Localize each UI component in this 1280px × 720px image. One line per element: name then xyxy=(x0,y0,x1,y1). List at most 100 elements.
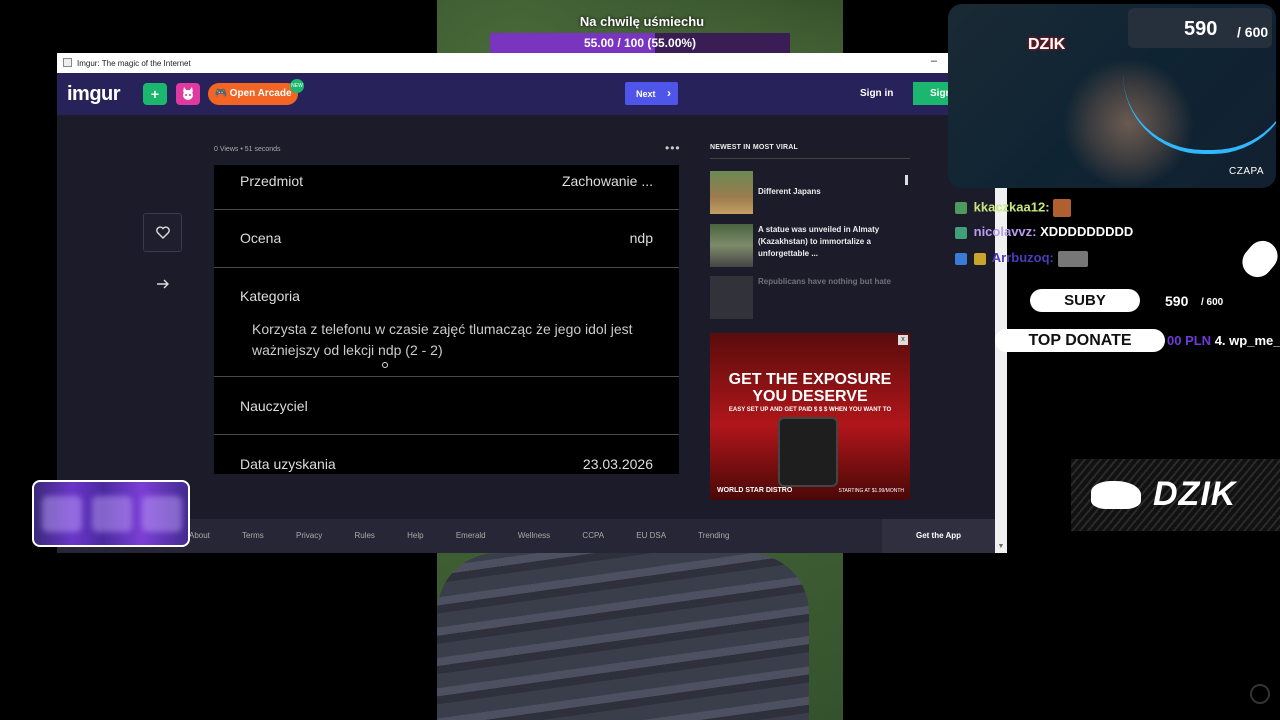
row-key: Przedmiot xyxy=(240,173,304,189)
ad-headline: GET THE EXPOSURE YOU DESERVE xyxy=(710,371,910,405)
like-button[interactable] xyxy=(143,213,182,252)
post-image[interactable]: Przedmiot Zachowanie ... Ocena ndp Kateg… xyxy=(214,165,679,474)
window-app-icon xyxy=(63,58,72,67)
row-value: 23.03.2026 xyxy=(582,456,653,472)
chat-badge-icon xyxy=(955,202,967,214)
chat-badge-icon xyxy=(955,226,967,239)
viral-title: Republicans have nothing but hate xyxy=(758,277,891,286)
sign-in-link[interactable]: Sign in xyxy=(860,88,893,99)
ad-price: STARTING AT $1.99/MONTH xyxy=(838,488,904,494)
post-meta: 0 Views • 51 seconds xyxy=(214,146,281,153)
chat-user: nicolavvz: xyxy=(973,224,1037,239)
chat-message: nicolavvz: XDDDDDDDDD xyxy=(955,224,1133,239)
chat-user: kkaczkaa12: xyxy=(973,199,1050,215)
footer-link-emerald[interactable]: Emerald xyxy=(456,531,486,540)
heart-icon xyxy=(155,226,170,239)
footer-link-eu-dsa[interactable]: EU DSA xyxy=(636,531,666,540)
progress-text: 55.00 / 100 (55.00%) xyxy=(583,36,697,50)
stream-chat: kkaczkaa12: nicolavvz: XDDDDDDDDD Arrbuz… xyxy=(955,193,1275,273)
chevron-right-icon: › xyxy=(667,86,672,100)
advertisement[interactable]: x GET THE EXPOSURE YOU DESERVE EASY SET … xyxy=(710,333,910,500)
grade-row-grade: Ocena ndp xyxy=(214,210,679,268)
open-arcade-button[interactable]: 🎮 Open Arcade xyxy=(208,83,298,105)
share-arrow-icon xyxy=(156,279,169,289)
share-button[interactable] xyxy=(143,265,182,304)
meta-separator: • xyxy=(240,146,243,153)
chat-badge-icon xyxy=(955,252,967,265)
progress-bar: 55.00 / 100 (55.00%) xyxy=(490,33,790,53)
grade-row-date: Data uzyskania 23.03.2026 xyxy=(214,435,679,474)
boar-logo-icon xyxy=(1091,481,1141,509)
widget-tile xyxy=(142,496,182,532)
footer-link-ccpa[interactable]: CCPA xyxy=(582,531,604,540)
ad-headline-line-2: YOU DESERVE xyxy=(752,388,868,405)
post-views: 0 Views xyxy=(214,146,239,153)
upload-button[interactable]: + xyxy=(143,83,167,105)
neon-light xyxy=(1123,74,1276,154)
row-value: ndp xyxy=(629,230,653,246)
post-age: 51 seconds xyxy=(244,146,281,153)
ad-phone-image xyxy=(778,417,838,487)
donate-amount: 00 PLN xyxy=(1167,333,1212,348)
alert-widget xyxy=(32,480,190,547)
row-key: Data uzyskania xyxy=(240,456,336,472)
grade-row-teacher: Nauczyciel xyxy=(214,377,679,435)
footer-link-trending[interactable]: Trending xyxy=(698,531,729,540)
viral-thumbnail xyxy=(710,171,753,214)
ad-brand: WORLD STAR DISTRO xyxy=(717,487,793,494)
imgur-logo[interactable]: imgur xyxy=(67,83,121,106)
footer-link-about[interactable]: About xyxy=(189,531,210,540)
next-post-button[interactable]: Next › xyxy=(625,82,678,105)
viral-item-menu-icon[interactable] xyxy=(905,175,908,185)
cat-face-icon xyxy=(183,87,193,100)
footer-links: About Terms Privacy Rules Help Emerald W… xyxy=(189,531,759,540)
window-titlebar: Imgur: The magic of the Internet – xyxy=(57,53,1007,73)
row-key: Nauczyciel xyxy=(240,398,308,414)
next-label: Next xyxy=(636,89,656,99)
viral-title: Different Japans xyxy=(758,187,821,196)
footer-link-help[interactable]: Help xyxy=(407,531,423,540)
emote-icon xyxy=(1057,250,1088,267)
subs-goal: / 600 xyxy=(1201,297,1224,308)
footer-link-privacy[interactable]: Privacy xyxy=(296,531,322,540)
footer-link-wellness[interactable]: Wellness xyxy=(518,531,550,540)
meme-generator-button[interactable] xyxy=(176,83,200,105)
cam-logo: DZIK xyxy=(1028,36,1066,53)
donate-user: 4. wp_me_ xyxy=(1214,333,1280,348)
chat-message: kkaczkaa12: xyxy=(955,199,1074,217)
viral-title: A statue was unveiled in Almaty (Kazakhs… xyxy=(758,225,880,258)
widget-tile xyxy=(42,496,82,532)
mouse-cursor-icon xyxy=(382,362,388,368)
webcam-overlay: DZIK 590 / 600 CZAPA xyxy=(948,4,1276,188)
window-title: Imgur: The magic of the Internet xyxy=(77,59,191,68)
imgur-navbar: imgur + 🎮 Open Arcade NEW Next › Sign in… xyxy=(57,73,1007,115)
cam-nameplate: CZAPA xyxy=(1229,166,1265,177)
window-minimize-button[interactable]: – xyxy=(931,55,937,67)
emote-icon xyxy=(1053,199,1072,217)
subs-count: 590 xyxy=(1165,293,1189,309)
corner-watermark-icon xyxy=(1250,684,1270,704)
brand-banner: DZIK xyxy=(1071,459,1280,531)
scroll-down-icon[interactable]: ▼ xyxy=(995,541,1007,553)
grade-row-subject: Przedmiot Zachowanie ... xyxy=(214,165,679,210)
divider xyxy=(710,158,910,159)
row-key: Kategoria xyxy=(240,288,300,304)
gamepad-icon: 🎮 xyxy=(214,88,230,99)
viral-thumbnail xyxy=(710,276,753,319)
viral-heading: NEWEST IN MOST VIRAL xyxy=(710,144,798,151)
brand-banner-text: DZIK xyxy=(1153,475,1237,513)
more-options-button[interactable]: ••• xyxy=(665,141,681,155)
open-arcade-label: Open Arcade xyxy=(229,88,292,99)
chat-message: Arrbuzoq: xyxy=(955,250,1091,267)
row-value: Zachowanie ... xyxy=(561,173,653,189)
cam-sub-goal: / 600 xyxy=(1237,24,1269,40)
footer-link-rules[interactable]: Rules xyxy=(354,531,374,540)
crown-icon xyxy=(973,252,986,265)
chat-text: XDDDDDDDDD xyxy=(1040,224,1134,239)
ad-close-icon[interactable]: x xyxy=(898,335,908,345)
arcade-new-badge: NEW xyxy=(290,79,304,93)
get-the-app-button[interactable]: Get the App xyxy=(882,519,995,553)
browser-window: Imgur: The magic of the Internet – imgur… xyxy=(57,53,1007,553)
footer-link-terms[interactable]: Terms xyxy=(242,531,264,540)
footer: About Terms Privacy Rules Help Emerald W… xyxy=(57,519,995,553)
